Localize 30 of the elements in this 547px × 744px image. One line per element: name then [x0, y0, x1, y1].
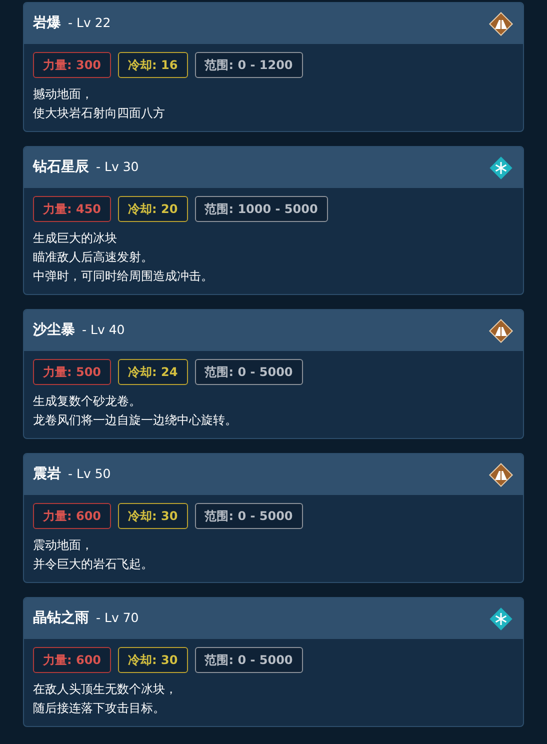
stat-tag: 冷却: 30 — [118, 647, 188, 673]
skill-description: 在敌人头顶生无数个冰块， 随后接连落下攻击目标。 — [33, 681, 178, 717]
stat-tag: 力量: 450 — [33, 196, 112, 222]
stat-tag: 力量: 300 — [33, 52, 112, 78]
skill-name: 岩爆 — [33, 14, 61, 33]
skill-level: - Lv 70 — [96, 609, 139, 627]
stat-tag: 范围: 1000 - 5000 — [194, 196, 328, 222]
skill-description: 生成巨大的冰块 瞄准敌人后高速发射。 中弹时，可同时给周围造成冲击。 — [33, 230, 214, 285]
skill-level: - Lv 40 — [82, 321, 125, 339]
skill-level: - Lv 22 — [68, 14, 111, 32]
stat-tag: 力量: 500 — [33, 359, 112, 385]
stat-tag: 冷却: 20 — [118, 196, 188, 222]
skill-description: 撼动地面， 使大块岩石射向四面八方 — [33, 86, 166, 122]
stat-tag: 范围: 0 - 5000 — [194, 359, 303, 385]
stat-tag: 力量: 600 — [33, 503, 112, 529]
stat-tag: 冷却: 24 — [118, 359, 188, 385]
stat-tag: 冷却: 16 — [118, 52, 188, 78]
stat-tag: 范围: 0 - 1200 — [194, 52, 303, 78]
skill-level: - Lv 50 — [68, 465, 111, 483]
skill-description: 震动地面， 并令巨大的岩石飞起。 — [33, 537, 154, 573]
skill-description: 生成复数个砂龙卷。 龙卷风们将一边自旋一边绕中心旋转。 — [33, 393, 238, 429]
skill-name: 晶钻之雨 — [33, 609, 89, 628]
stat-tag: 冷却: 30 — [118, 503, 188, 529]
skill-level: - Lv 30 — [96, 158, 139, 176]
stat-tag: 力量: 600 — [33, 647, 112, 673]
skill-name: 钻石星辰 — [33, 158, 89, 177]
stat-tag: 范围: 0 - 5000 — [194, 503, 303, 529]
skill-name: 沙尘暴 — [33, 321, 75, 340]
skill-name: 震岩 — [33, 465, 61, 484]
stat-tag: 范围: 0 - 5000 — [194, 647, 303, 673]
